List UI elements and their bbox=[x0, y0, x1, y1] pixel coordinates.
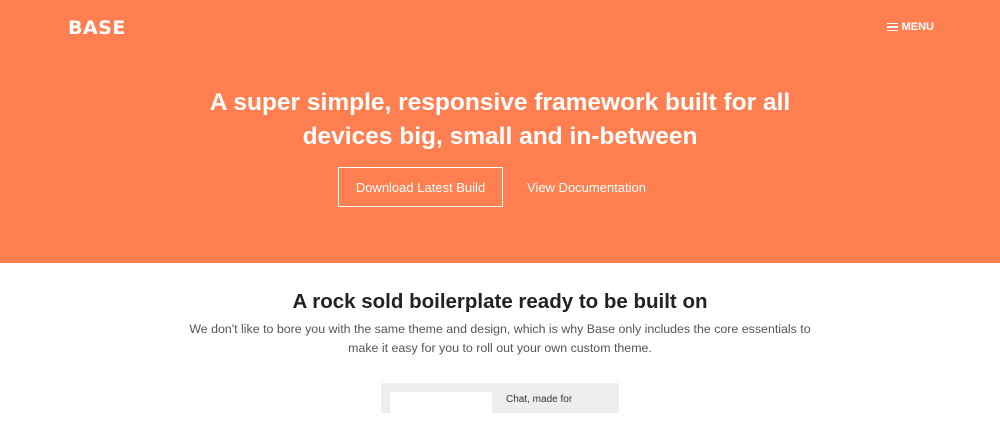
logo[interactable]: BASE bbox=[68, 17, 126, 39]
section-description: We don't like to bore you with the same … bbox=[189, 322, 811, 355]
view-documentation-link[interactable]: View Documentation bbox=[527, 180, 646, 195]
menu-label[interactable]: MENU bbox=[902, 21, 934, 33]
preview-card: Chat, made for bbox=[381, 383, 619, 422]
hero-section: BASE MENU A super simple, responsive fra… bbox=[0, 0, 1000, 263]
section-title: A rock sold boilerplate ready to be buil… bbox=[292, 290, 708, 313]
menu-button[interactable]: MENU bbox=[886, 21, 934, 33]
hero-headline: A super simple, responsive framework bui… bbox=[209, 89, 791, 150]
download-latest-build-button[interactable]: Download Latest Build bbox=[338, 167, 503, 207]
preview-image-placeholder bbox=[390, 392, 492, 422]
hamburger-icon[interactable] bbox=[886, 22, 898, 32]
